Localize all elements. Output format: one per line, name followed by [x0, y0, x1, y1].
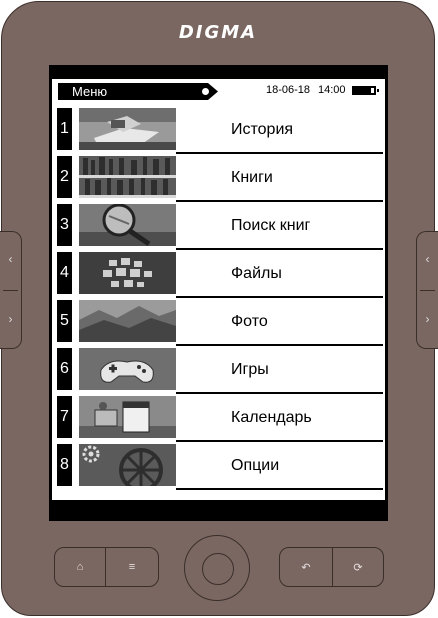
- home-button[interactable]: ⌂: [54, 547, 106, 587]
- gears-thumbnail: [79, 444, 176, 486]
- brand-logo: DIGMA: [178, 22, 258, 43]
- menu-item-label: Файлы: [231, 265, 282, 282]
- menu-item-number: 4: [57, 252, 72, 294]
- menu-item-number: 6: [57, 348, 72, 390]
- status-time: 14:00: [318, 84, 346, 96]
- calendar-thumbnail: [79, 396, 176, 438]
- menu-item-label: Календарь: [231, 409, 312, 426]
- menu-item-photo[interactable]: 5 Фото: [52, 297, 385, 346]
- menu-item-book-search[interactable]: 3 Поиск книг: [52, 201, 385, 250]
- menu-item-label: Книги: [231, 169, 273, 186]
- right-page-button[interactable]: ‹ ›: [416, 231, 438, 349]
- menu-item-number: 2: [57, 156, 72, 198]
- open-book-thumbnail: [79, 108, 176, 150]
- menu-item-number: 7: [57, 396, 72, 438]
- joystick-center-button[interactable]: [202, 553, 234, 585]
- menu-item-number: 8: [57, 444, 72, 486]
- menu-icon: ≡: [128, 561, 136, 573]
- side-button-divider: [3, 290, 18, 291]
- navigation-joystick[interactable]: [184, 535, 250, 601]
- bookshelf-thumbnail: [79, 156, 176, 198]
- menu-item-books[interactable]: 2 Книги: [52, 153, 385, 202]
- menu-title: Меню: [72, 84, 108, 99]
- cubes-thumbnail: [79, 252, 176, 294]
- prev-page-icon-2: ›: [8, 312, 13, 326]
- menu-item-label: Игры: [231, 361, 269, 378]
- left-page-button[interactable]: ‹ ›: [0, 231, 22, 349]
- menu-button[interactable]: ≡: [105, 547, 159, 587]
- status-date: 18-06-18: [266, 84, 311, 96]
- next-page-icon: ›: [425, 312, 430, 326]
- menu-item-label: Фото: [231, 313, 268, 330]
- menu-indicator-dot: [202, 88, 209, 95]
- menu-item-label: Поиск книг: [231, 217, 311, 234]
- menu-item-number: 3: [57, 204, 72, 246]
- prev-page-icon: ‹: [8, 252, 13, 266]
- back-icon: ↶: [301, 562, 311, 574]
- magnifier-thumbnail: [79, 204, 176, 246]
- rotate-button[interactable]: ⟳: [332, 547, 384, 587]
- mountains-thumbnail: [79, 300, 176, 342]
- menu-item-number: 5: [57, 300, 72, 342]
- menu-item-number: 1: [57, 108, 72, 150]
- side-button-divider: [420, 290, 435, 291]
- menu-item-files[interactable]: 4 Файлы: [52, 249, 385, 298]
- menu-item-calendar[interactable]: 7 Календарь: [52, 393, 385, 442]
- gamepad-thumbnail: [79, 348, 176, 390]
- menu-item-label: Опции: [231, 457, 280, 474]
- battery-icon: [352, 86, 379, 95]
- menu-item-label: История: [231, 121, 294, 138]
- display: Меню 18-06-18 14:00 1 История 2 Книги 3 …: [52, 79, 385, 500]
- menu-item-options[interactable]: 8 Опции: [52, 441, 385, 490]
- rotate-icon: ⟳: [353, 562, 363, 574]
- home-icon: ⌂: [76, 561, 84, 573]
- menu-title-tab: Меню: [58, 83, 218, 100]
- menu-item-games[interactable]: 6 Игры: [52, 345, 385, 394]
- menu-item-history[interactable]: 1 История: [52, 105, 385, 154]
- row-divider: [176, 488, 383, 490]
- status-bar: Меню 18-06-18 14:00: [52, 79, 385, 101]
- next-page-up-icon: ‹: [425, 252, 430, 266]
- back-button[interactable]: ↶: [279, 547, 333, 587]
